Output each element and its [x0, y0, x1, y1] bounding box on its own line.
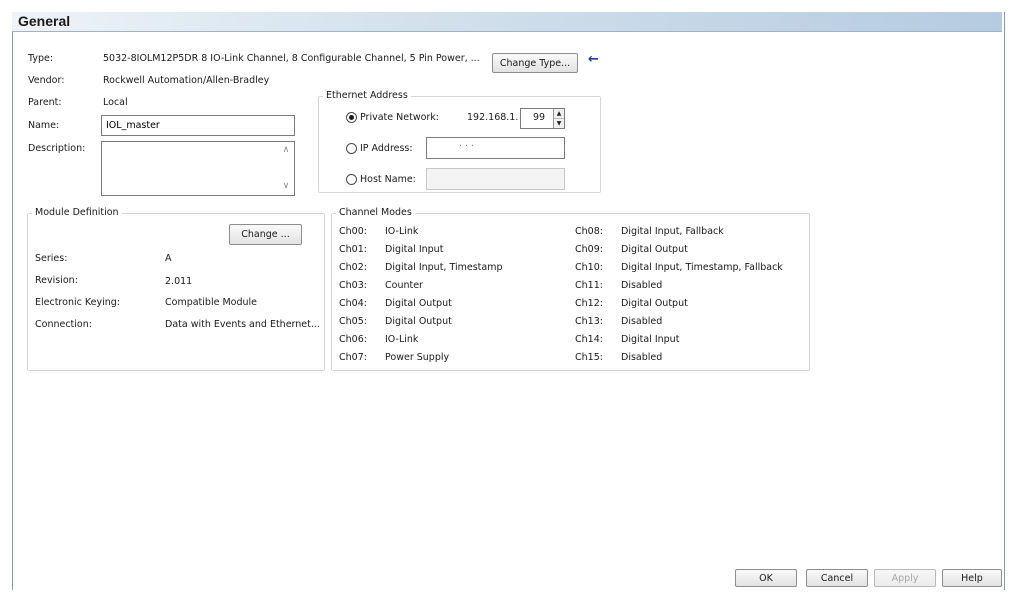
channel-mode: Digital Input, Timestamp, Fallback — [621, 262, 783, 273]
series-label: Series: — [35, 253, 68, 264]
revision-value: 2.011 — [165, 276, 193, 287]
private-octet-stepper[interactable]: 99 ▲ ▼ — [520, 108, 565, 129]
chevron-up-icon[interactable]: ∧ — [279, 145, 293, 155]
channel-modes-title: Channel Modes — [336, 207, 415, 218]
host-name-field[interactable] — [426, 168, 565, 190]
channel-mode: Digital Input, Timestamp — [385, 262, 503, 273]
parent-label: Parent: — [28, 97, 62, 108]
chevron-down-icon[interactable]: ∨ — [279, 181, 293, 191]
octet-spin-buttons[interactable]: ▲ ▼ — [553, 109, 564, 128]
cancel-button[interactable]: Cancel — [806, 569, 868, 587]
type-value: 5032-8IOLM12P5DR 8 IO-Link Channel, 8 Co… — [103, 53, 480, 64]
channel-number: Ch12: — [575, 298, 603, 309]
ok-button[interactable]: OK — [735, 569, 797, 587]
channel-mode: Digital Input — [385, 244, 444, 255]
electronic-keying-label: Electronic Keying: — [35, 297, 120, 308]
connection-label: Connection: — [35, 319, 92, 330]
host-name-radio[interactable] — [346, 174, 357, 185]
channel-mode: Digital Input — [621, 334, 680, 345]
channel-number: Ch04: — [339, 298, 367, 309]
channel-mode: Power Supply — [385, 352, 450, 363]
channel-number: Ch00: — [339, 226, 367, 237]
private-network-radio[interactable] — [346, 112, 357, 123]
vendor-value: Rockwell Automation/Allen-Bradley — [103, 75, 270, 86]
ethernet-address-title: Ethernet Address — [323, 90, 411, 101]
spin-down-icon[interactable]: ▼ — [554, 119, 564, 128]
connection-value: Data with Events and Ethernet... — [165, 319, 320, 330]
channel-number: Ch09: — [575, 244, 603, 255]
module-definition-title: Module Definition — [32, 207, 122, 218]
channel-mode: Digital Output — [385, 316, 452, 327]
channel-mode: Digital Output — [621, 244, 688, 255]
left-arrow-icon: ← — [588, 52, 599, 67]
apply-button[interactable]: Apply — [874, 569, 936, 587]
channel-number: Ch13: — [575, 316, 603, 327]
help-button[interactable]: Help — [942, 569, 1002, 587]
type-label: Type: — [28, 53, 54, 64]
channel-mode: Disabled — [621, 316, 663, 327]
channel-mode: Digital Input, Fallback — [621, 226, 724, 237]
name-field[interactable] — [101, 115, 295, 136]
ip-address-dots: · · · — [459, 141, 475, 152]
private-network-prefix: 192.168.1. — [467, 112, 519, 123]
channel-mode: IO-Link — [385, 334, 419, 345]
series-value: A — [165, 253, 172, 264]
revision-label: Revision: — [35, 275, 78, 286]
channel-number: Ch03: — [339, 280, 367, 291]
description-scrollbar[interactable]: ∧ ∨ — [279, 143, 293, 195]
ip-address-label: IP Address: — [360, 143, 413, 154]
spin-up-icon[interactable]: ▲ — [554, 109, 564, 119]
parent-value: Local — [103, 97, 128, 108]
channel-number: Ch08: — [575, 226, 603, 237]
channel-number: Ch10: — [575, 262, 603, 273]
channel-mode: Disabled — [621, 280, 663, 291]
change-module-button[interactable]: Change ... — [229, 224, 302, 245]
section-title: General — [18, 13, 71, 29]
channel-number: Ch05: — [339, 316, 367, 327]
vendor-label: Vendor: — [28, 75, 65, 86]
channel-number: Ch15: — [575, 352, 603, 363]
channel-number: Ch06: — [339, 334, 367, 345]
channel-number: Ch01: — [339, 244, 367, 255]
channel-mode: Digital Output — [621, 298, 688, 309]
ip-address-radio[interactable] — [346, 143, 357, 154]
channel-mode: Counter — [385, 280, 423, 291]
change-type-button[interactable]: Change Type... — [492, 53, 578, 73]
channel-mode: IO-Link — [385, 226, 419, 237]
description-label: Description: — [28, 143, 86, 154]
name-label: Name: — [28, 120, 60, 131]
channel-number: Ch07: — [339, 352, 367, 363]
description-field[interactable]: ∧ ∨ — [101, 141, 295, 196]
private-octet-value: 99 — [533, 112, 546, 123]
channel-number: Ch11: — [575, 280, 603, 291]
channel-number: Ch14: — [575, 334, 603, 345]
channel-mode: Disabled — [621, 352, 663, 363]
ip-address-field[interactable]: · · · — [426, 137, 565, 159]
section-header: General — [12, 12, 1002, 32]
channel-mode: Digital Output — [385, 298, 452, 309]
host-name-label: Host Name: — [360, 174, 416, 185]
private-network-label: Private Network: — [360, 112, 440, 123]
channel-number: Ch02: — [339, 262, 367, 273]
electronic-keying-value: Compatible Module — [165, 297, 257, 308]
